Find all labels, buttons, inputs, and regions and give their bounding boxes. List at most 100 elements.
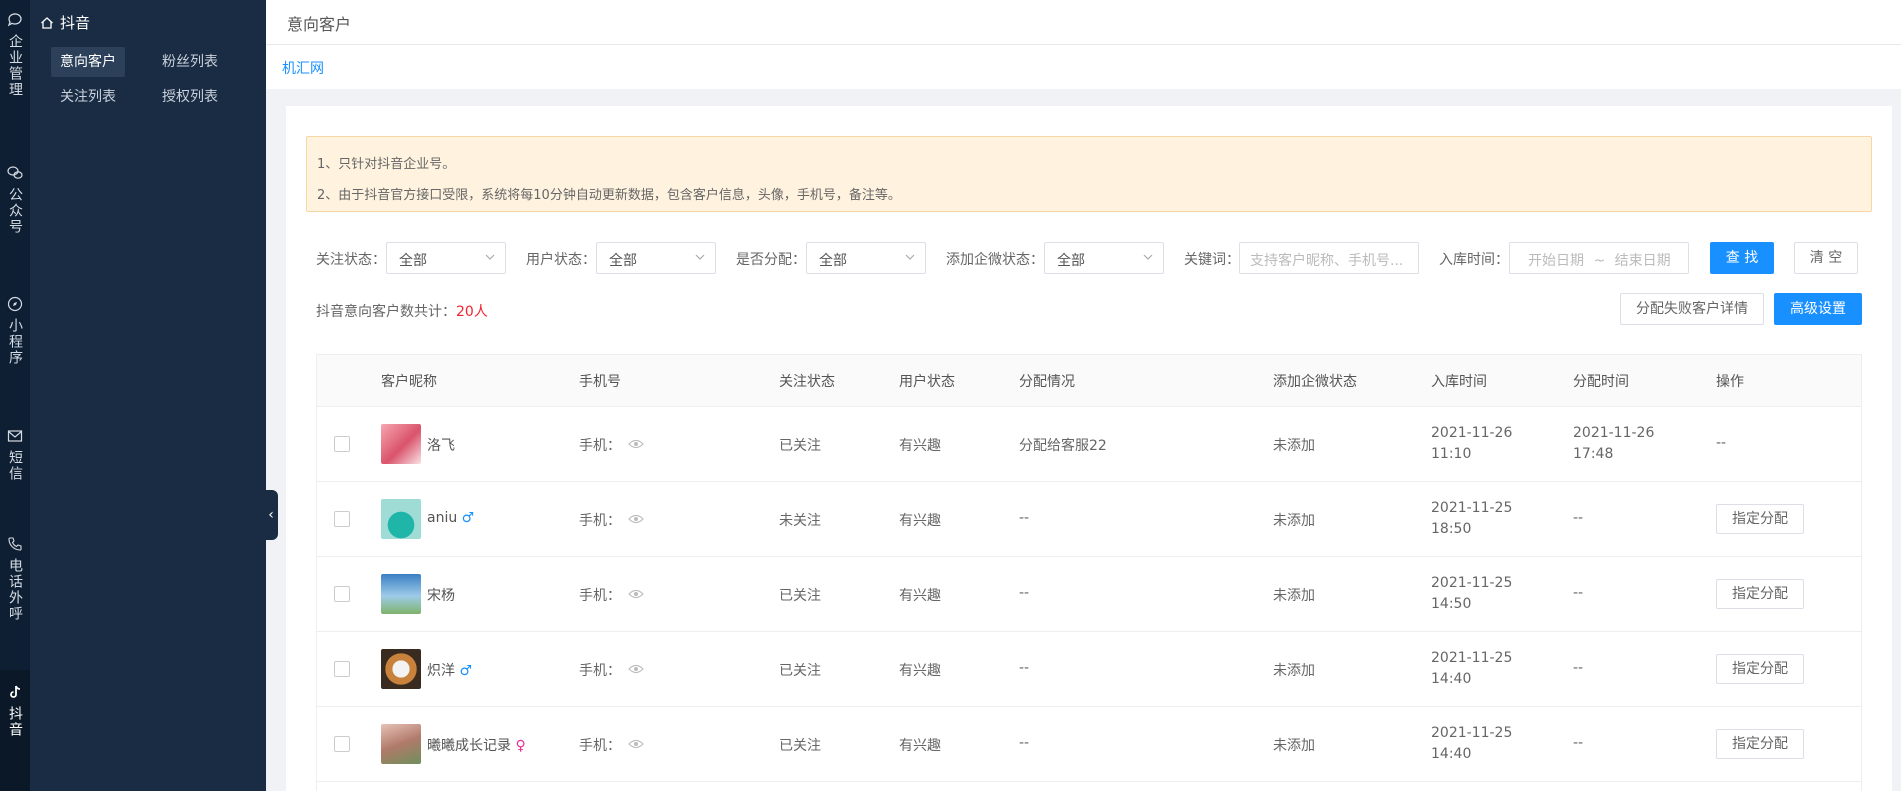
assignment: -- (1019, 735, 1030, 751)
table-row[interactable]: 洛飞 手机： 已关注 有兴趣 分配给客服22 未添加 2021-11-26 11:… (317, 407, 1861, 482)
select-value: 全部 (1057, 253, 1085, 269)
date-separator: ~ (1593, 253, 1606, 269)
advanced-settings-button[interactable]: 高级设置 (1774, 293, 1862, 325)
submenu-item-following[interactable]: 关注列表 (51, 82, 125, 112)
eye-icon[interactable] (628, 588, 644, 600)
content-panel: 1、只针对抖音企业号。 2、由于抖音官方接口受限，系统将每10分钟自动更新数据，… (286, 106, 1892, 791)
rail-item-phone[interactable]: 电话外呼 (0, 536, 30, 622)
wecom-status-select[interactable]: 全部 (1044, 242, 1164, 274)
avatar (381, 424, 421, 464)
chevron-down-icon (1143, 254, 1153, 260)
in-time: 2021-11-25 14:40 (1431, 725, 1513, 762)
eye-icon[interactable] (628, 438, 644, 450)
search-button[interactable]: 查 找 (1710, 242, 1774, 274)
assign-time: -- (1573, 735, 1584, 751)
rail-item-sms[interactable]: 短信 (0, 428, 30, 482)
select-value: 全部 (399, 253, 427, 269)
submenu-title-text: 抖音 (60, 14, 91, 32)
clear-button[interactable]: 清 空 (1794, 242, 1858, 274)
chevron-down-icon (695, 254, 705, 260)
col-assignment: 分配情况 (1019, 374, 1075, 390)
phone-label: 手机： (579, 588, 621, 604)
assign-button[interactable]: 指定分配 (1716, 504, 1804, 534)
assign-button[interactable]: 指定分配 (1716, 729, 1804, 759)
date-range-input[interactable]: 开始日期 ~ 结束日期 (1509, 242, 1689, 274)
breadcrumb-bar: 机汇网 (266, 45, 1901, 89)
col-assign-time: 分配时间 (1573, 374, 1629, 390)
assigned-select[interactable]: 全部 (806, 242, 926, 274)
row-checkbox[interactable] (334, 661, 350, 677)
assign-time: 2021-11-26 17:48 (1573, 425, 1655, 462)
assignment: -- (1019, 510, 1030, 526)
follow-status: 已关注 (779, 588, 821, 604)
rail-item-douyin[interactable]: 抖音 (0, 670, 30, 791)
wecom-status: 未添加 (1273, 738, 1315, 754)
wecom-status-label: 添加企微状态： (946, 252, 1044, 268)
eye-icon[interactable] (628, 663, 644, 675)
date-label: 入库时间： (1439, 252, 1509, 268)
follow-status: 已关注 (779, 663, 821, 679)
assign-button[interactable]: 指定分配 (1716, 654, 1804, 684)
eye-icon[interactable] (628, 738, 644, 750)
rail-item-enterprise[interactable]: 企业管理 (0, 12, 30, 98)
compass-icon (7, 296, 23, 312)
customer-name: 曦曦成长记录 ♀ (427, 738, 526, 754)
phone-label: 手机： (579, 738, 621, 754)
keyword-input[interactable]: 支持客户昵称、手机号... (1239, 242, 1419, 274)
in-time: 2021-11-25 14:40 (1431, 650, 1513, 687)
submenu-item-intent-customers[interactable]: 意向客户 (51, 47, 125, 77)
rail-item-label: 小程序 (7, 318, 23, 366)
avatar (381, 574, 421, 614)
rail-item-mini-program[interactable]: 小程序 (0, 296, 30, 366)
user-status-label: 用户状态： (526, 252, 596, 268)
breadcrumb[interactable]: 机汇网 (282, 58, 324, 78)
table-row[interactable]: 宋杨 手机： 已关注 有兴趣 -- 未添加 2021-11-25 14:50 --… (317, 557, 1861, 632)
wecom-status: 未添加 (1273, 438, 1315, 454)
customer-name: 宋杨 (427, 588, 455, 604)
rail-item-label: 电话外呼 (7, 558, 23, 622)
user-status: 有兴趣 (899, 738, 941, 754)
submenu-item-authorizations[interactable]: 授权列表 (153, 82, 227, 112)
follow-status-label: 关注状态： (316, 252, 386, 268)
follow-status: 已关注 (779, 738, 821, 754)
chevron-down-icon (905, 254, 915, 260)
chat-bubble-icon (7, 13, 22, 27)
row-checkbox[interactable] (334, 436, 350, 452)
col-wecom: 添加企微状态 (1273, 374, 1357, 390)
row-checkbox[interactable] (334, 511, 350, 527)
select-value: 全部 (819, 253, 847, 269)
assign-button[interactable]: 指定分配 (1716, 579, 1804, 609)
row-checkbox[interactable] (334, 586, 350, 602)
male-icon: ♂ (461, 510, 475, 526)
phone-label: 手机： (579, 438, 621, 454)
assign-time: -- (1573, 660, 1584, 676)
row-checkbox[interactable] (334, 736, 350, 752)
wecom-status: 未添加 (1273, 588, 1315, 604)
col-follow: 关注状态 (779, 374, 835, 390)
in-time: 2021-11-25 14:50 (1431, 575, 1513, 612)
customer-count: 抖音意向客户数共计：20人 (316, 301, 488, 321)
chevron-down-icon (485, 254, 495, 260)
table-row[interactable]: aniu ♂ 手机： 未关注 有兴趣 -- 未添加 2021-11-25 18:5… (317, 482, 1861, 557)
submenu-item-fans[interactable]: 粉丝列表 (153, 47, 227, 77)
rail-item-label: 公众号 (7, 187, 23, 235)
eye-icon[interactable] (628, 513, 644, 525)
notice-line-2: 2、由于抖音官方接口受限，系统将每10分钟自动更新数据，包含客户信息，头像，手机… (317, 188, 901, 203)
col-phone: 手机号 (579, 374, 621, 390)
wechat-icon (7, 166, 23, 179)
table-row[interactable]: 炽洋 ♂ 手机： 已关注 有兴趣 -- 未添加 2021-11-25 14:40 … (317, 632, 1861, 707)
top-bar: 意向客户 (266, 0, 1901, 45)
notice-line-1: 1、只针对抖音企业号。 (317, 157, 456, 172)
rail-item-official-account[interactable]: 公众号 (0, 165, 30, 235)
user-status: 有兴趣 (899, 513, 941, 529)
fail-detail-button[interactable]: 分配失败客户详情 (1620, 293, 1764, 325)
rail-item-label: 企业管理 (7, 34, 23, 98)
chevron-left-icon: ‹ (268, 507, 274, 523)
female-icon: ♀ (515, 738, 526, 754)
collapse-sidebar-button[interactable]: ‹ (264, 490, 278, 540)
in-time: 2021-11-26 11:10 (1431, 425, 1513, 462)
submenu-title: 抖音 (40, 12, 90, 33)
follow-status-select[interactable]: 全部 (386, 242, 506, 274)
table-row[interactable]: 曦曦成长记录 ♀ 手机： 已关注 有兴趣 -- 未添加 2021-11-25 14… (317, 707, 1861, 782)
user-status-select[interactable]: 全部 (596, 242, 716, 274)
